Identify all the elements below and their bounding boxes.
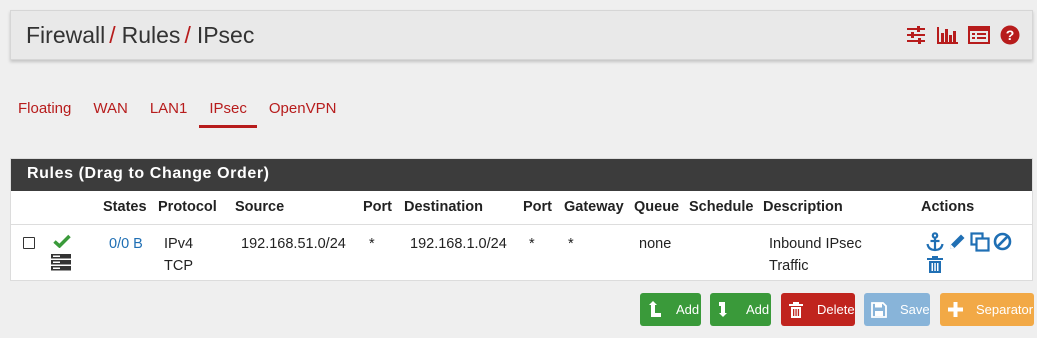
description-line-2: Traffic bbox=[769, 258, 809, 274]
tab-lan1[interactable]: LAN1 bbox=[150, 100, 188, 117]
row-select-checkbox[interactable] bbox=[23, 237, 35, 249]
breadcrumb-firewall[interactable]: Firewall bbox=[26, 22, 105, 48]
column-header-dest-port[interactable]: Port bbox=[523, 199, 552, 215]
source-port-cell: * bbox=[369, 236, 375, 252]
column-header-states[interactable]: States bbox=[103, 199, 147, 215]
delete-button[interactable]: Delete bbox=[781, 293, 855, 326]
save-button[interactable]: Save bbox=[864, 293, 930, 326]
trash-icon bbox=[781, 301, 811, 318]
column-header-protocol[interactable]: Protocol bbox=[158, 199, 217, 215]
help-icon[interactable]: ? bbox=[1000, 25, 1020, 45]
save-label: Save bbox=[900, 302, 930, 317]
arrow-up-icon bbox=[640, 301, 670, 318]
plus-icon bbox=[940, 302, 970, 317]
tab-floating[interactable]: Floating bbox=[18, 100, 71, 117]
breadcrumb-rules[interactable]: Rules bbox=[122, 22, 181, 48]
gateway-cell: * bbox=[568, 236, 574, 252]
trash-icon[interactable] bbox=[926, 255, 944, 279]
copy-icon[interactable] bbox=[970, 232, 990, 257]
destination-cell: 192.168.1.0/24 bbox=[410, 236, 507, 252]
page-header: Firewall / Rules / IPsec ? bbox=[10, 10, 1033, 60]
rules-panel: Rules (Drag to Change Order) States Prot… bbox=[10, 158, 1033, 281]
breadcrumb: Firewall / Rules / IPsec bbox=[26, 22, 254, 49]
header-divider bbox=[11, 224, 1032, 225]
column-header-queue[interactable]: Queue bbox=[634, 199, 679, 215]
anchor-icon[interactable] bbox=[925, 232, 945, 257]
column-header-destination[interactable]: Destination bbox=[404, 199, 483, 215]
dest-port-cell: * bbox=[529, 236, 535, 252]
table-icon[interactable] bbox=[968, 25, 990, 45]
breadcrumb-separator: / bbox=[109, 22, 116, 48]
column-header-source-port[interactable]: Port bbox=[363, 199, 392, 215]
column-header-actions: Actions bbox=[921, 199, 975, 215]
sliders-icon[interactable] bbox=[906, 25, 926, 45]
queue-cell: none bbox=[639, 236, 672, 252]
separator-label: Separator bbox=[976, 302, 1034, 317]
description-line-1: Inbound IPsec bbox=[769, 236, 862, 252]
delete-label: Delete bbox=[817, 302, 855, 317]
states-link[interactable]: 0/0 B bbox=[109, 236, 143, 252]
source-cell: 192.168.51.0/24 bbox=[241, 236, 346, 252]
breadcrumb-separator: / bbox=[184, 22, 191, 48]
check-icon[interactable] bbox=[53, 234, 71, 253]
breadcrumb-ipsec: IPsec bbox=[196, 22, 255, 48]
bar-chart-icon[interactable] bbox=[936, 25, 958, 45]
column-header-gateway[interactable]: Gateway bbox=[564, 199, 624, 215]
tab-ipsec[interactable]: IPsec bbox=[199, 100, 257, 128]
protocol-ip: IPv4 bbox=[164, 236, 194, 252]
add-bottom-label: Add bbox=[746, 302, 770, 317]
column-header-description[interactable]: Description bbox=[763, 199, 843, 215]
panel-title: Rules (Drag to Change Order) bbox=[11, 159, 1032, 191]
add-bottom-button[interactable]: Add bbox=[710, 293, 771, 326]
protocol-transport: TCP bbox=[164, 258, 193, 274]
server-icon bbox=[51, 254, 71, 276]
svg-text:?: ? bbox=[1006, 27, 1015, 43]
tab-bar: Floating WAN LAN1 IPsec OpenVPN bbox=[18, 100, 358, 128]
add-top-button[interactable]: Add bbox=[640, 293, 701, 326]
separator-button[interactable]: Separator bbox=[940, 293, 1034, 326]
pencil-icon[interactable] bbox=[948, 232, 967, 256]
tab-wan[interactable]: WAN bbox=[93, 100, 127, 117]
add-top-label: Add bbox=[676, 302, 700, 317]
disable-icon[interactable] bbox=[993, 232, 1012, 256]
floppy-disk-icon bbox=[864, 301, 894, 318]
tab-openvpn[interactable]: OpenVPN bbox=[269, 100, 337, 117]
header-icons: ? bbox=[906, 25, 1020, 45]
arrow-down-icon bbox=[710, 301, 740, 318]
column-header-source[interactable]: Source bbox=[235, 199, 284, 215]
column-header-schedule[interactable]: Schedule bbox=[689, 199, 753, 215]
